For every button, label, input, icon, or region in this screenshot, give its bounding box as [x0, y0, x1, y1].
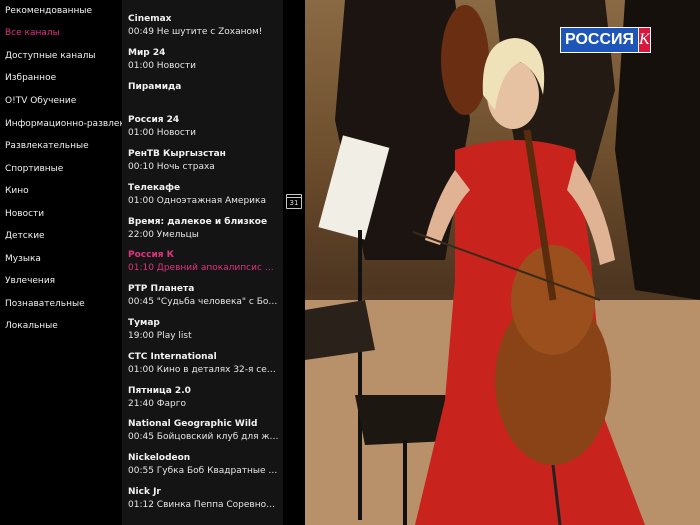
channel-program: 00:45 Бойцовский клуб для животн... [128, 432, 280, 442]
channel-logo: РОССИЯ К [560, 26, 651, 54]
channel-program: 01:00 Новости [128, 61, 196, 71]
category-item[interactable]: Познавательные [5, 298, 85, 310]
channel-program: 01:00 Новости [128, 128, 196, 138]
channel-name: РенТВ Кыргызстан [128, 149, 226, 159]
channel-program: 01:00 Одноэтажная Америка [128, 196, 266, 206]
separator-strip: 31 [283, 0, 305, 525]
category-item[interactable]: Новости [5, 208, 44, 220]
channel-name: Cinemax [128, 14, 172, 24]
channel-program: 00:49 Не шутите с Zоханом! [128, 27, 263, 37]
channel-name: Пятница 2.0 [128, 386, 191, 396]
channel-item[interactable]: Nick Jr 01:12 Свинка Пеппа Соревнования [128, 486, 280, 511]
channel-item[interactable]: Cinemax 00:49 Не шутите с Zоханом! [128, 13, 280, 38]
category-item[interactable]: Спортивные [5, 163, 63, 175]
category-item[interactable]: Развлекательные [5, 140, 89, 152]
channel-program: 19:00 Play list [128, 331, 192, 341]
channel-item[interactable]: РенТВ Кыргызстан 00:10 Ночь страха [128, 148, 280, 173]
channel-name: Телекафе [128, 183, 181, 193]
channel-name: Время: далекое и близкое [128, 217, 268, 227]
channel-item[interactable]: Пирамида [128, 81, 280, 94]
category-item[interactable]: Локальные [5, 320, 58, 332]
channel-item[interactable]: РТР Планета 00:45 "Судьба человека" с Бор… [128, 283, 280, 308]
channel-name: РТР Планета [128, 284, 195, 294]
channel-program: 21:40 Фарго [128, 399, 187, 409]
category-item[interactable]: Кино [5, 185, 29, 197]
channel-program: 01:10 Древний апокалипсис Догте... [128, 263, 280, 273]
channel-item[interactable]: Nickelodeon 00:55 Губка Боб Квадратные Шт… [128, 452, 280, 477]
channel-name: Nick Jr [128, 487, 161, 497]
channel-name: Nickelodeon [128, 453, 191, 463]
channel-item[interactable]: CTC International 01:00 Кино в деталях 32… [128, 351, 280, 376]
calendar-day: 31 [289, 199, 299, 207]
video-frame [305, 0, 700, 525]
channel-item[interactable]: Россия К 01:10 Древний апокалипсис Догте.… [128, 249, 280, 274]
category-item[interactable]: Все каналы [5, 27, 60, 39]
category-item[interactable]: Увлечения [5, 275, 55, 287]
category-item[interactable]: Музыка [5, 253, 41, 265]
category-menu: Рекомендованные Все каналы Доступные канал… [0, 0, 133, 525]
category-item[interactable]: Избранное [5, 72, 56, 84]
channel-name: Тумар [128, 318, 160, 328]
channel-program: 00:45 "Судьба человека" с Борисом... [128, 297, 280, 307]
channel-list: Cinemax 00:49 Не шутите с Zоханом! Мир 24 0… [122, 0, 283, 525]
channel-program: 01:00 Кино в деталях 32-я серия [128, 365, 280, 375]
channel-program: 00:10 Ночь страха [128, 162, 215, 172]
channel-item[interactable]: Россия 24 01:00 Новости [128, 114, 280, 139]
channel-logo-k: К [639, 27, 651, 53]
channel-name: Пирамида [128, 82, 182, 92]
category-item[interactable]: Информационно-развлек... [5, 118, 133, 130]
calendar-icon[interactable]: 31 [286, 194, 302, 209]
channel-name: CTC International [128, 352, 217, 362]
category-item[interactable]: Доступные каналы [5, 50, 96, 62]
channel-name: Россия 24 [128, 115, 180, 125]
channel-item[interactable]: Телекафе 01:00 Одноэтажная Америка [128, 182, 280, 207]
channel-program: 00:55 Губка Боб Квадратные Штан... [128, 466, 280, 476]
channel-item[interactable]: National Geographic Wild 00:45 Бойцовский… [128, 418, 280, 443]
category-item[interactable]: Рекомендованные [5, 5, 92, 17]
channel-item[interactable]: Тумар 19:00 Play list [128, 317, 280, 342]
channel-logo-text: РОССИЯ [560, 27, 640, 53]
channel-name: Россия К [128, 250, 175, 260]
channel-name: National Geographic Wild [128, 419, 258, 429]
channel-program: 01:12 Свинка Пеппа Соревнования [128, 500, 280, 510]
channel-program: 22:00 Умельцы [128, 230, 199, 240]
background-cello [441, 5, 489, 115]
video-player[interactable]: РОССИЯ К [305, 0, 700, 525]
channel-item[interactable]: Мир 24 01:00 Новости [128, 47, 280, 72]
category-item[interactable]: Детские [5, 230, 45, 242]
channel-item[interactable]: Время: далекое и близкое 22:00 Умельцы [128, 216, 280, 241]
category-item[interactable]: O!TV Обучение [5, 95, 76, 107]
channel-name: Мир 24 [128, 48, 166, 58]
channel-item[interactable]: Пятница 2.0 21:40 Фарго [128, 385, 280, 410]
